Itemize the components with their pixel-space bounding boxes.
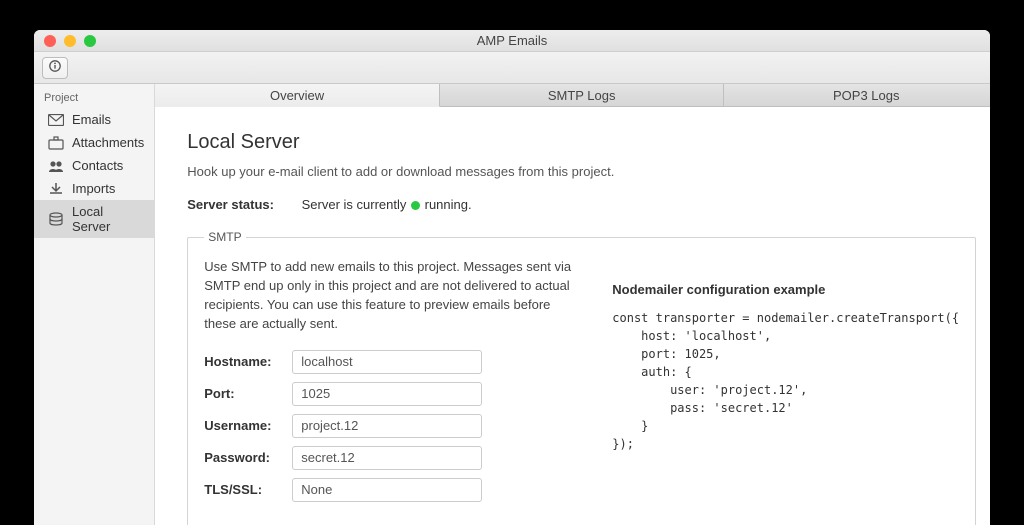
sidebar-item-label: Contacts (72, 158, 123, 173)
smtp-description: Use SMTP to add new emails to this proje… (204, 258, 584, 333)
sidebar-header: Project (34, 88, 154, 108)
password-label: Password: (204, 450, 292, 465)
hostname-input[interactable] (292, 350, 482, 374)
mail-icon (48, 113, 64, 127)
smtp-fieldset: SMTP Use SMTP to add new emails to this … (187, 230, 976, 525)
sidebar-item-label: Local Server (72, 204, 144, 234)
main-panel: Overview SMTP Logs POP3 Logs Local Serve… (155, 84, 990, 525)
status-running-icon (411, 201, 420, 210)
attachments-icon (48, 136, 64, 150)
window-title: AMP Emails (34, 33, 990, 48)
example-heading: Nodemailer configuration example (612, 282, 959, 297)
sidebar-item-attachments[interactable]: Attachments (34, 131, 154, 154)
status-label: Server status: (187, 197, 274, 212)
info-button[interactable] (42, 57, 68, 79)
app-window: AMP Emails Project Emails Attachments (34, 30, 990, 525)
info-icon (49, 60, 61, 75)
sidebar-item-label: Attachments (72, 135, 144, 150)
close-window-button[interactable] (44, 35, 56, 47)
contacts-icon (48, 159, 64, 173)
status-prefix: Server is currently (302, 197, 410, 212)
sidebar: Project Emails Attachments Contacts (34, 84, 155, 525)
minimize-window-button[interactable] (64, 35, 76, 47)
sidebar-item-contacts[interactable]: Contacts (34, 154, 154, 177)
tab-pop3-logs[interactable]: POP3 Logs (724, 84, 990, 107)
example-code: const transporter = nodemailer.createTra… (612, 309, 959, 453)
smtp-legend: SMTP (204, 230, 245, 244)
tab-overview[interactable]: Overview (155, 84, 440, 107)
sidebar-item-local-server[interactable]: Local Server (34, 200, 154, 238)
hostname-label: Hostname: (204, 354, 292, 369)
server-icon (48, 212, 64, 226)
username-input[interactable] (292, 414, 482, 438)
content: Local Server Hook up your e-mail client … (155, 107, 990, 525)
page-subtitle: Hook up your e-mail client to add or dow… (187, 164, 976, 179)
tls-label: TLS/SSL: (204, 482, 292, 497)
server-status-line: Server status: Server is currently runni… (187, 197, 976, 212)
tabs: Overview SMTP Logs POP3 Logs (155, 84, 990, 107)
sidebar-item-label: Imports (72, 181, 115, 196)
username-label: Username: (204, 418, 292, 433)
page-heading: Local Server (187, 131, 976, 154)
titlebar: AMP Emails (34, 30, 990, 52)
toolbar (34, 52, 990, 84)
zoom-window-button[interactable] (84, 35, 96, 47)
password-input[interactable] (292, 446, 482, 470)
sidebar-item-imports[interactable]: Imports (34, 177, 154, 200)
tls-input[interactable] (292, 478, 482, 502)
import-icon (48, 182, 64, 196)
sidebar-item-label: Emails (72, 112, 111, 127)
status-state: running (425, 197, 468, 212)
tab-smtp-logs[interactable]: SMTP Logs (440, 84, 725, 107)
sidebar-item-emails[interactable]: Emails (34, 108, 154, 131)
port-label: Port: (204, 386, 292, 401)
port-input[interactable] (292, 382, 482, 406)
